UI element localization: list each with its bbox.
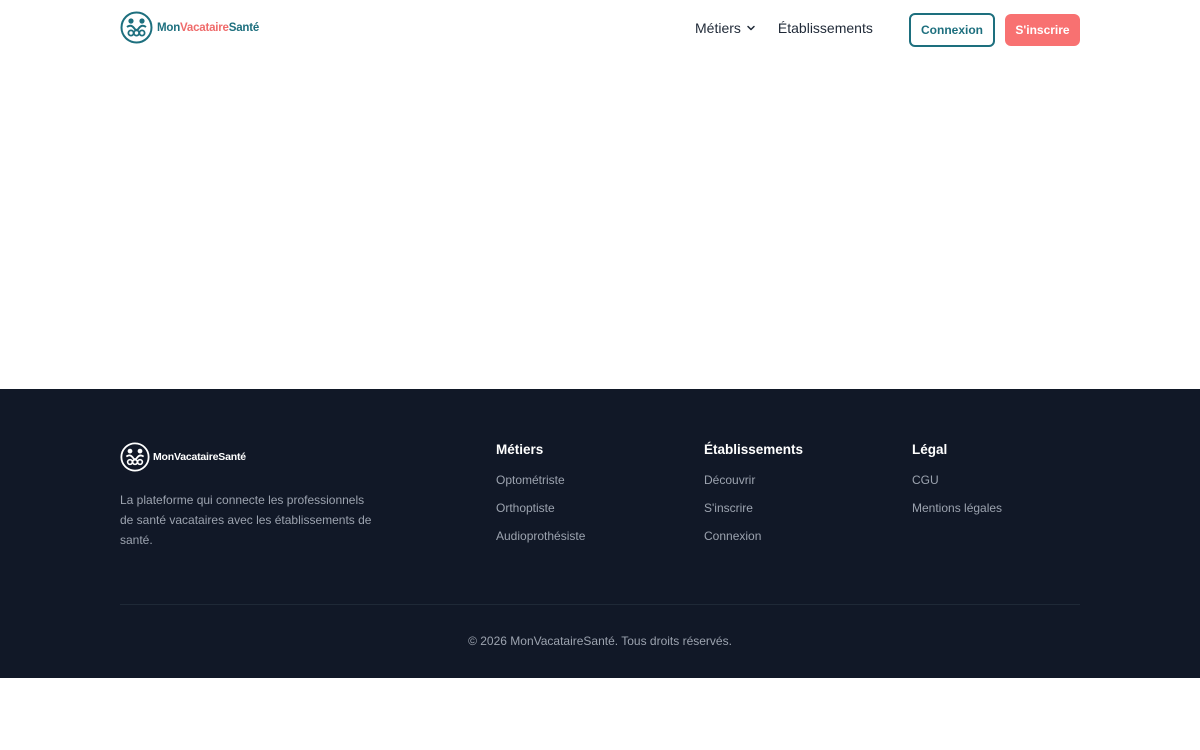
footer-column-etablissements: Établissements Découvrir S'inscrire Conn… [704,442,803,556]
footer-divider [120,604,1080,605]
brand-logo[interactable]: MonVacataireSanté [120,11,259,44]
login-button[interactable]: Connexion [909,13,995,47]
brand-name-part3: Santé [228,21,260,34]
footer-link-decouvrir[interactable]: Découvrir [704,472,803,500]
footer-link-audioprothesiste[interactable]: Audioprothésiste [496,528,585,556]
brand-name: MonVacataireSanté [157,22,259,34]
footer-brand-logo[interactable]: MonVacataireSanté [120,442,246,472]
footer-link-connexion[interactable]: Connexion [704,528,803,556]
footer-link-optometriste[interactable]: Optométriste [496,472,585,500]
footer-column-title: Métiers [496,442,544,457]
main-nav: Métiers Établissements [695,20,873,36]
logo-icon [120,442,150,472]
brand-name-part1: Mon [157,21,181,34]
logo-icon [120,11,153,44]
footer-link-cgu[interactable]: CGU [912,472,1002,500]
footer-link-sinscrire[interactable]: S'inscrire [704,500,803,528]
footer-link-mentions-legales[interactable]: Mentions légales [912,500,1002,528]
footer-column-legal: Légal CGU Mentions légales [912,442,1002,528]
signup-button[interactable]: S'inscrire [1005,14,1080,46]
nav-item-metiers[interactable]: Métiers [695,20,756,36]
footer-copyright: © 2026 MonVacataireSanté. Tous droits ré… [468,634,732,648]
nav-item-etablissements[interactable]: Établissements [778,20,873,36]
brand-name-part2: Vacataire [180,21,229,34]
nav-item-label: Métiers [695,20,741,36]
site-footer: MonVacataireSanté La plateforme qui conn… [0,389,1200,678]
footer-column-metiers: Métiers Optométriste Orthoptiste Audiopr… [496,442,585,556]
site-header: MonVacataireSanté Métiers Établissements… [0,0,1200,60]
footer-column-title: Légal [912,442,948,457]
footer-brand-name: MonVacataireSanté [153,451,246,463]
footer-link-orthoptiste[interactable]: Orthoptiste [496,500,585,528]
footer-description: La plateforme qui connecte les professio… [120,493,372,547]
nav-item-label: Établissements [777,20,873,36]
footer-column-title: Établissements [704,442,804,457]
chevron-down-icon [747,25,755,31]
